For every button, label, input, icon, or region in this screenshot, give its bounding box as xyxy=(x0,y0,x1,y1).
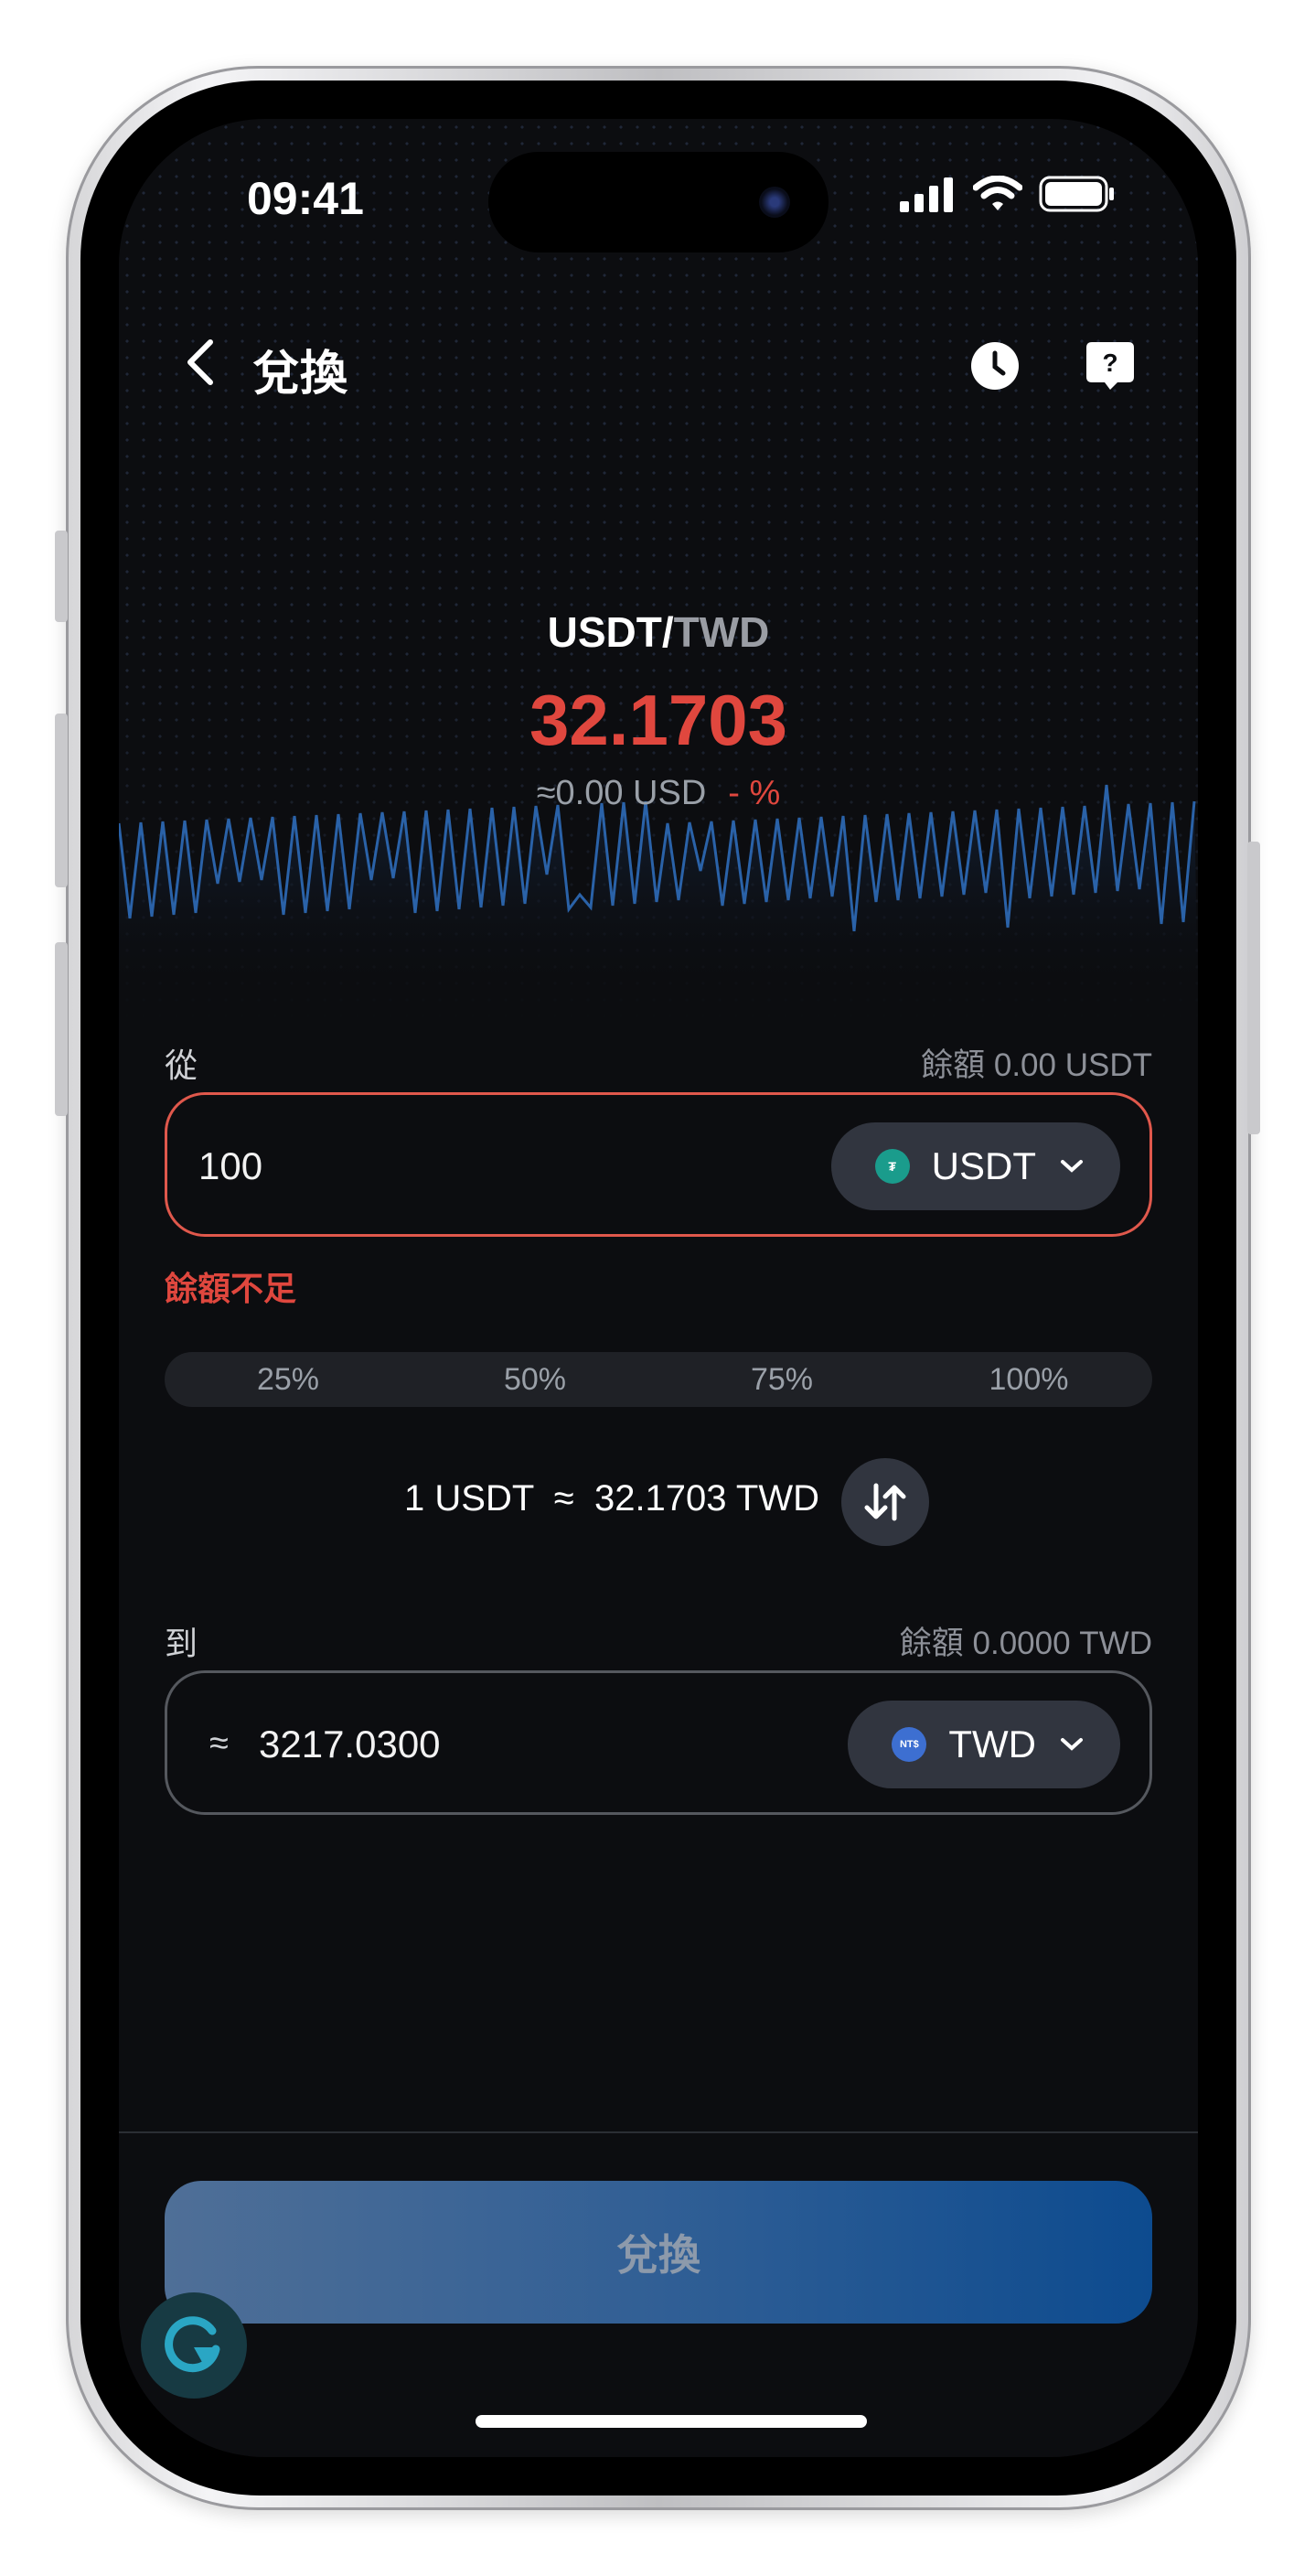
to-balance: 餘額 0.0000 TWD xyxy=(899,1626,1152,1661)
help-bubble-icon[interactable]: ? xyxy=(1085,340,1136,392)
percent-selector: 25% 50% 75% 100% xyxy=(165,1352,1152,1407)
svg-text:?: ? xyxy=(1102,349,1117,377)
from-balance: 餘額 0.00 USDT xyxy=(921,1047,1152,1083)
from-token-selector[interactable]: ₮ USDT xyxy=(830,1122,1120,1210)
dynamic-island xyxy=(488,152,829,252)
chevron-down-icon xyxy=(1061,1160,1083,1173)
pair-quote: TWD xyxy=(673,608,770,656)
pair-title: USDT/TWD xyxy=(119,607,1198,657)
to-amount-field[interactable]: ≈ 3217.0300 NT$ TWD xyxy=(165,1670,1152,1815)
screen: 09:41 兌換 ? USDT/TWD 32.1703 ≈0.00 USD - … xyxy=(119,119,1198,2457)
approx-symbol: ≈ xyxy=(209,1724,229,1763)
from-amount-input[interactable]: 100 xyxy=(198,1144,262,1188)
exchange-submit-button[interactable]: 兌換 xyxy=(165,2181,1152,2324)
volume-up-button xyxy=(55,714,68,887)
percent-25-button[interactable]: 25% xyxy=(165,1352,412,1407)
floating-logo-button[interactable] xyxy=(141,2292,247,2399)
clock-icon[interactable] xyxy=(969,340,1021,392)
change-percent: - % xyxy=(728,774,781,812)
swap-direction-button[interactable] xyxy=(841,1458,929,1546)
chevron-down-icon xyxy=(1061,1738,1083,1751)
pair-rate: 32.1703 xyxy=(529,680,787,760)
wifi-icon xyxy=(973,176,1022,210)
usdt-icon: ₮ xyxy=(874,1149,910,1184)
pair-separator: / xyxy=(661,608,674,656)
signal-icon xyxy=(900,177,953,212)
volume-down-button xyxy=(55,942,68,1116)
to-token-label: TWD xyxy=(948,1723,1036,1766)
percent-100-button[interactable]: 100% xyxy=(905,1352,1152,1407)
battery-icon xyxy=(1039,176,1114,212)
page-title: 兌換 xyxy=(252,348,348,401)
power-button xyxy=(1247,842,1260,1134)
swap-arrows-icon xyxy=(864,1483,906,1521)
rate-subline: ≈0.00 USD - % xyxy=(119,774,1198,813)
home-indicator xyxy=(476,2415,867,2428)
to-amount-value: 3217.0300 xyxy=(259,1723,441,1766)
percent-50-button[interactable]: 50% xyxy=(412,1352,658,1407)
logo-icon xyxy=(165,2316,220,2373)
pair-base: USDT xyxy=(547,608,662,656)
from-label: 從 xyxy=(165,1046,198,1084)
status-time: 09:41 xyxy=(247,173,364,224)
back-chevron-icon[interactable] xyxy=(174,335,229,390)
usd-value: ≈0.00 USD xyxy=(536,774,707,812)
to-label: 到 xyxy=(165,1625,198,1662)
from-token-label: USDT xyxy=(931,1144,1036,1187)
bottom-divider xyxy=(119,2131,1198,2133)
camera-icon xyxy=(759,187,790,218)
to-token-selector[interactable]: NT$ TWD xyxy=(848,1701,1120,1788)
twd-icon: NT$ xyxy=(892,1727,927,1762)
percent-75-button[interactable]: 75% xyxy=(658,1352,905,1407)
action-button xyxy=(55,531,68,622)
conversion-rate: 1 USDT ≈ 32.1703 TWD xyxy=(404,1478,819,1519)
insufficient-balance-error: 餘額不足 xyxy=(165,1270,297,1307)
status-icons xyxy=(900,176,1116,212)
from-amount-field[interactable]: 100 ₮ USDT xyxy=(165,1092,1152,1237)
